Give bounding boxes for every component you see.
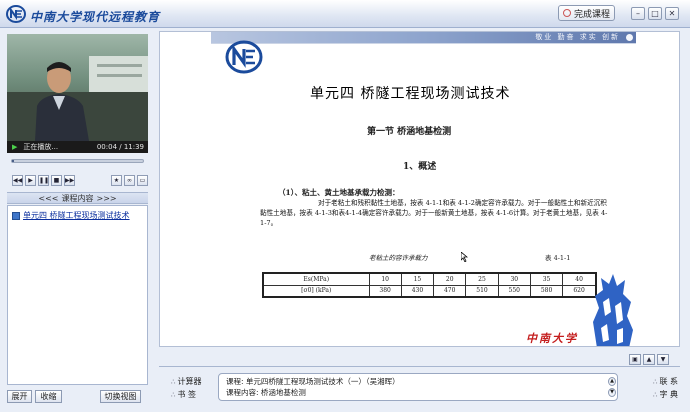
video-building-stripe — [97, 74, 142, 77]
player-controls: ◀◀ ▶ ❚❚ ■ ▶▶ ★ ∞ ▭ — [10, 175, 148, 189]
app-window: 中南大学现代远程教育 完成课程 – □ ✕ ▶ 正在播放... 00:04 / … — [0, 0, 690, 412]
player-status-bar: ▶ 正在播放... 00:04 / 11:39 — [7, 141, 148, 153]
favorite-icon[interactable]: ★ — [111, 175, 122, 186]
finish-course-label: 完成课程 — [574, 9, 611, 20]
bottom-panel: ∴ 计算器 ∴ 书 签 课程: 单元四桥隧工程现场测试技术（一）（吴湘晖） 课程… — [159, 351, 680, 406]
calculator-link[interactable]: ∴ 计算器 — [171, 376, 201, 387]
left-button-row: 展开 收缩 切换视图 — [7, 390, 148, 403]
course-line: 课程: 单元四桥隧工程现场测试技术（一）（吴湘晖） — [226, 377, 400, 386]
document-viewer[interactable]: 敬业 勤奋 求实 创新 单元四 桥隧工程现场测试技术 第一节 桥涵地基检测 1、… — [159, 31, 680, 347]
toc-list: 单元四 桥隧工程现场测试技术 — [7, 205, 148, 385]
toc-header-label: 课程内容 — [61, 193, 94, 203]
doc-rule — [211, 43, 636, 44]
bearing-capacity-table: Es(MPa) 10 15 20 25 30 35 40 [σ0] (kPa) … — [262, 272, 597, 298]
contact-icon: ∴ — [653, 377, 658, 386]
calculator-label: 计算器 — [177, 377, 202, 386]
table-cell: [σ0] (kPa) — [262, 284, 370, 298]
fullscreen-icon[interactable]: ∞ — [124, 175, 135, 186]
bookmark-link[interactable]: ∴ 书 签 — [171, 389, 196, 400]
table-cell: Es(MPa) — [262, 272, 370, 286]
course-content-line: 课程内容: 桥涵地基检测 — [226, 388, 306, 397]
doc-title: 单元四 桥隧工程现场测试技术 — [310, 86, 511, 102]
table-caption: 老粘土的容许承载力 — [369, 254, 428, 262]
csu-seal-text: 中南大学 — [526, 332, 578, 345]
dictionary-link[interactable]: ∴ 字 典 — [653, 389, 678, 400]
toc-header: <<< 课程内容 >>> — [7, 192, 148, 204]
maximize-icon[interactable]: □ — [648, 7, 662, 20]
window-mode-icon[interactable]: ▭ — [137, 175, 148, 186]
table-cell: 25 — [465, 272, 499, 286]
table-row: Es(MPa) 10 15 20 25 30 35 40 — [262, 272, 597, 286]
table-cell: 470 — [433, 284, 467, 298]
dictionary-label: 字 典 — [659, 390, 679, 399]
bookmark-icon: ∴ — [171, 390, 176, 399]
doc-paragraph: 对于老粘土和残积黏性土地基，按表 4-1-1和表 4-1-2确定容许承载力。对于… — [260, 199, 608, 227]
brand-title: 中南大学现代远程教育 — [30, 10, 161, 24]
doc-banner: 敬业 勤奋 求实 创新 — [211, 32, 636, 43]
left-panel: ▶ 正在播放... 00:04 / 11:39 ◀◀ ▶ ❚❚ ■ ▶▶ ★ ∞… — [7, 34, 148, 406]
stop-icon[interactable]: ■ — [51, 175, 62, 186]
csu-logo-icon — [6, 5, 26, 23]
minimize-icon[interactable]: – — [631, 7, 645, 20]
table-cell: 510 — [465, 284, 499, 298]
csu-mascot-icon — [593, 274, 633, 346]
banner-circle-icon — [626, 34, 633, 41]
lecture-video[interactable] — [7, 34, 148, 141]
pause-icon[interactable]: ❚❚ — [38, 175, 49, 186]
table-cell: 10 — [368, 272, 402, 286]
contact-label: 联 系 — [659, 377, 679, 386]
calculator-icon: ∴ — [171, 377, 176, 386]
play-icon[interactable]: ▶ — [25, 175, 36, 186]
table-number: 表 4-1-1 — [545, 254, 571, 262]
toc-item[interactable]: 单元四 桥隧工程现场测试技术 — [12, 210, 130, 221]
toc-expand-icon[interactable]: >>> — [97, 194, 117, 203]
toc-item-label: 单元四 桥隧工程现场测试技术 — [23, 211, 130, 220]
info-scroll: ▲ ▼ — [608, 377, 616, 399]
course-info-box: 课程: 单元四桥隧工程现场测试技术（一）（吴湘晖） 课程内容: 桥涵地基检测 — [218, 373, 618, 401]
doc-banner-motto: 敬业 勤奋 求实 创新 — [535, 33, 620, 41]
table-cell: 20 — [433, 272, 467, 286]
table-cell: 30 — [497, 272, 531, 286]
rewind-icon[interactable]: ◀◀ — [12, 175, 23, 186]
table-cell: 430 — [400, 284, 435, 298]
doc-logo-icon — [225, 40, 263, 74]
dictionary-icon: ∴ — [653, 390, 658, 399]
lecturer-figure — [35, 62, 89, 141]
table-cell: 580 — [529, 284, 564, 298]
collapse-button[interactable]: 收缩 — [35, 390, 62, 403]
finish-icon — [563, 9, 571, 17]
book-icon — [12, 211, 20, 220]
table-cell: 35 — [529, 272, 564, 286]
table-row: [σ0] (kPa) 380 430 470 510 550 580 620 — [262, 284, 597, 298]
bottom-divider — [159, 366, 680, 367]
play-indicator-icon: ▶ — [12, 143, 18, 151]
window-controls: – □ ✕ — [631, 7, 679, 20]
video-building-stripe — [97, 64, 142, 67]
seek-bar[interactable] — [11, 159, 144, 163]
contact-link[interactable]: ∴ 联 系 — [653, 376, 678, 387]
toc-collapse-icon[interactable]: <<< — [38, 194, 58, 203]
seek-handle[interactable] — [12, 160, 14, 162]
table-cell: 550 — [497, 284, 531, 298]
table-cell: 15 — [400, 272, 435, 286]
table-cell: 380 — [368, 284, 402, 298]
switch-view-button[interactable]: 切换视图 — [100, 390, 141, 403]
mouse-cursor-icon — [461, 252, 468, 262]
scroll-up-icon[interactable]: ▲ — [608, 377, 616, 386]
bookmark-label: 书 签 — [177, 390, 197, 399]
expand-button[interactable]: 展开 — [7, 390, 32, 403]
doc-paragraph-heading: （1）、粘土、黄土地基承载力检测： — [278, 188, 400, 197]
player-status: 正在播放... — [23, 143, 59, 151]
forward-icon[interactable]: ▶▶ — [64, 175, 75, 186]
finish-course-button[interactable]: 完成课程 — [558, 5, 615, 21]
scroll-down-icon[interactable]: ▼ — [608, 388, 616, 397]
player-time: 00:04 / 11:39 — [96, 143, 144, 151]
doc-section-title: 第一节 桥涵地基检测 — [367, 127, 452, 137]
top-bar: 中南大学现代远程教育 完成课程 – □ ✕ — [0, 0, 690, 28]
close-icon[interactable]: ✕ — [665, 7, 679, 20]
doc-subsection-title: 1、概述 — [403, 162, 437, 172]
